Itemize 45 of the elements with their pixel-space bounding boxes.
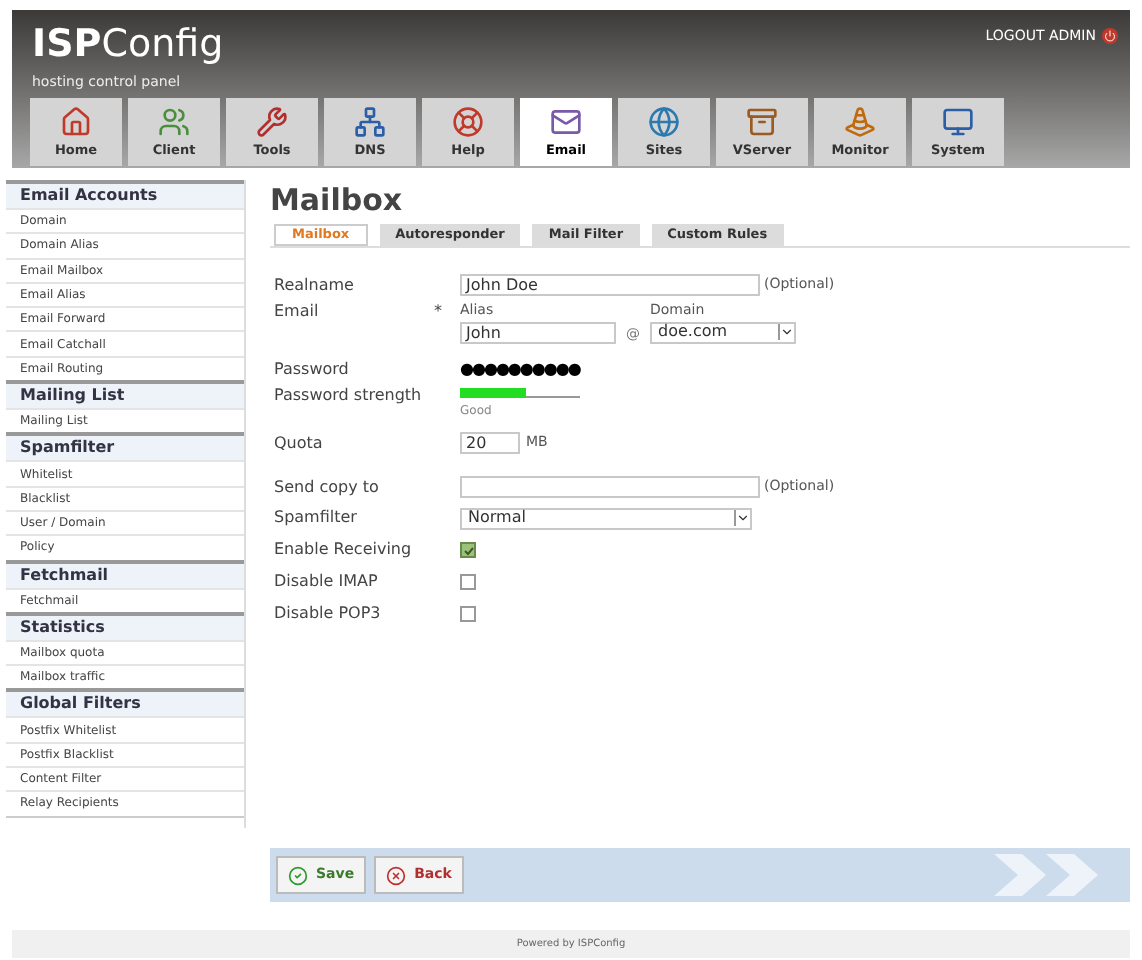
sidebar-heading: Email Accounts xyxy=(6,180,244,208)
text-field[interactable]: John Doe xyxy=(460,274,760,296)
quota-field[interactable]: 20 xyxy=(460,432,520,454)
domain-select[interactable]: doe.com xyxy=(650,321,796,343)
required-mark: * xyxy=(434,300,444,324)
cancel-icon xyxy=(386,865,407,885)
house-icon xyxy=(60,106,92,139)
traffic-cone-icon xyxy=(844,106,876,139)
dropdown-caret-icon xyxy=(778,324,794,340)
checkbox[interactable] xyxy=(460,542,476,558)
globe-icon xyxy=(648,106,680,139)
field-label: Email xyxy=(274,300,321,324)
sidebar-heading: Fetchmail xyxy=(6,559,244,588)
field-label: Send copy to xyxy=(274,475,381,499)
checkbox[interactable] xyxy=(460,606,476,622)
sidebar-heading: Statistics xyxy=(6,611,244,640)
dropdown-caret-icon xyxy=(734,510,750,526)
sidebar-heading: Global Filters xyxy=(6,688,244,717)
field-label: Password strength xyxy=(274,384,424,408)
check-icon xyxy=(288,865,308,885)
sidebar-heading: Spamfilter xyxy=(6,432,244,461)
cabinet-icon xyxy=(746,106,778,139)
logo: ISPConfig xyxy=(32,26,224,64)
envelope-icon xyxy=(550,106,582,139)
checkbox[interactable] xyxy=(460,574,476,590)
field-label: Password xyxy=(274,358,351,382)
page-title: Mailbox xyxy=(270,186,405,216)
checkmark-icon xyxy=(463,545,473,555)
alias-field[interactable]: John xyxy=(460,321,616,343)
lifebuoy-icon xyxy=(452,106,484,139)
field-label: Enable Receiving xyxy=(274,538,414,562)
field-label: Quota xyxy=(274,431,325,455)
field-label: Realname xyxy=(274,273,356,297)
text-field[interactable] xyxy=(460,476,760,498)
power-icon xyxy=(1102,28,1118,45)
field-label: Disable IMAP xyxy=(274,570,380,594)
sidebar-heading: Mailing List xyxy=(6,380,244,409)
field-label: Spamfilter xyxy=(274,506,359,530)
field-label: Disable POP3 xyxy=(274,602,383,626)
network-icon xyxy=(354,106,386,139)
wrench-icon xyxy=(256,106,288,139)
monitor-icon xyxy=(942,106,974,139)
users-icon xyxy=(158,106,190,139)
password-field[interactable]: ●●●●●●●●●● xyxy=(460,358,580,382)
spamfilter-select[interactable]: Normal xyxy=(460,507,752,529)
